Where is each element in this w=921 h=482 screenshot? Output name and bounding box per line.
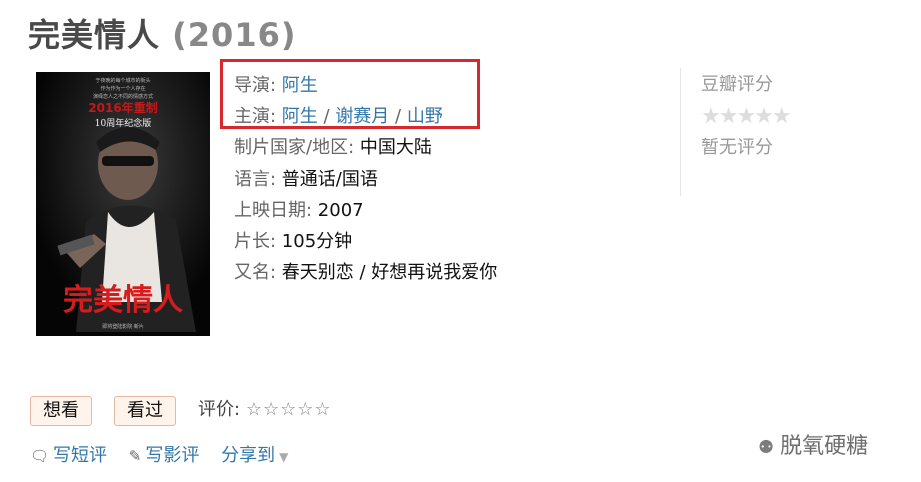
watched-button[interactable]: 看过	[114, 396, 176, 426]
rating-box: 豆瓣评分 ★★★★★ 暂无评分	[680, 68, 830, 196]
chevron-down-icon[interactable]: ▼	[279, 450, 288, 464]
movie-year: (2016)	[172, 16, 297, 54]
poster-tagline-2: 作为作为一个人存在	[100, 85, 145, 92]
language-value: 普通话/国语	[281, 168, 378, 190]
release-value: 2007	[317, 199, 364, 221]
runtime-row: 片长: 105分钟	[234, 231, 353, 253]
release-label: 上映日期	[234, 199, 306, 221]
comment-icon: 🗨︎	[30, 447, 50, 465]
write-short-review-link[interactable]: 写短评	[53, 445, 107, 466]
aka-label: 又名	[234, 262, 270, 284]
rating-stars-icon: ★★★★★	[701, 104, 792, 129]
runtime-label: 片长	[234, 231, 270, 253]
poster-anniversary: 2016年重制	[88, 100, 157, 115]
runtime-value: 105分钟	[281, 231, 353, 253]
watermark-text: 脱氧硬糖	[780, 434, 869, 459]
language-label: 语言	[234, 168, 270, 190]
action-links: 🗨︎ 写短评 ✎ 写影评 分享到 ▼	[30, 441, 288, 467]
no-rating-text: 暂无评分	[701, 137, 773, 158]
country-row: 制片国家/地区: 中国大陆	[234, 137, 432, 159]
poster-artwork: 于夜晚的每个城市的街头 作为作为一个人存在 演绎恋人之不同的情感方式 2016年…	[36, 72, 210, 336]
watermark: ⚉ 脱氧硬糖	[758, 428, 868, 460]
evaluate-label: 评价:	[198, 399, 241, 420]
want-to-watch-button[interactable]: 想看	[30, 396, 92, 426]
wechat-icon: ⚉	[758, 437, 775, 458]
pencil-icon: ✎	[128, 447, 142, 465]
share-link[interactable]: 分享到	[221, 445, 275, 466]
evaluate-stars-input[interactable]: ☆☆☆☆☆	[246, 399, 332, 420]
rating-title: 豆瓣评分	[701, 74, 773, 95]
aka-value: 春天别恋 / 好想再说我爱你	[281, 262, 498, 284]
language-row: 语言: 普通话/国语	[234, 168, 378, 190]
poster-bottom-text: 即将登陆影院·新片	[102, 323, 144, 330]
aka-row: 又名: 春天别恋 / 好想再说我爱你	[234, 262, 498, 284]
country-value: 中国大陆	[359, 137, 432, 159]
release-row: 上映日期: 2007	[234, 199, 364, 221]
poster-tagline-1: 于夜晚的每个城市的街头	[95, 77, 150, 84]
poster-edition: 10周年纪念版	[95, 117, 151, 129]
write-review-link[interactable]: 写影评	[145, 445, 199, 466]
highlight-box	[220, 59, 480, 129]
movie-title: 完美情人	[28, 16, 161, 54]
evaluate-row: 评价: ☆☆☆☆☆	[198, 398, 332, 422]
poster-tagline-3: 演绎恋人之不同的情感方式	[93, 93, 153, 100]
page-title: 完美情人 (2016)	[28, 10, 296, 56]
movie-poster[interactable]: 于夜晚的每个城市的街头 作为作为一个人存在 演绎恋人之不同的情感方式 2016年…	[36, 72, 210, 336]
poster-big-title: 完美情人	[63, 283, 183, 318]
country-label: 制片国家/地区	[234, 137, 349, 159]
